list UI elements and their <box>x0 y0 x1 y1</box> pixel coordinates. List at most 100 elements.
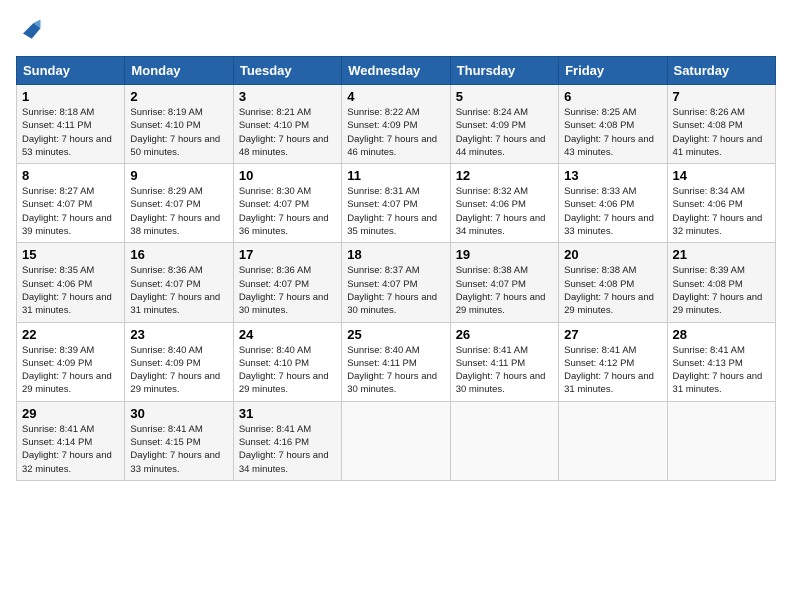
calendar-week-2: 8 Sunrise: 8:27 AM Sunset: 4:07 PM Dayli… <box>17 164 776 243</box>
day-info: Sunrise: 8:31 AM Sunset: 4:07 PM Dayligh… <box>347 185 444 238</box>
day-number: 31 <box>239 406 336 421</box>
day-number: 20 <box>564 247 661 262</box>
weekday-header-tuesday: Tuesday <box>233 57 341 85</box>
page-header <box>16 16 776 44</box>
calendar-cell <box>667 401 775 480</box>
calendar-cell: 6 Sunrise: 8:25 AM Sunset: 4:08 PM Dayli… <box>559 85 667 164</box>
calendar-cell: 12 Sunrise: 8:32 AM Sunset: 4:06 PM Dayl… <box>450 164 558 243</box>
day-number: 2 <box>130 89 227 104</box>
day-number: 7 <box>673 89 770 104</box>
day-info: Sunrise: 8:26 AM Sunset: 4:08 PM Dayligh… <box>673 106 770 159</box>
weekday-header-thursday: Thursday <box>450 57 558 85</box>
calendar-cell: 25 Sunrise: 8:40 AM Sunset: 4:11 PM Dayl… <box>342 322 450 401</box>
calendar-table: SundayMondayTuesdayWednesdayThursdayFrid… <box>16 56 776 481</box>
day-number: 12 <box>456 168 553 183</box>
calendar-cell: 28 Sunrise: 8:41 AM Sunset: 4:13 PM Dayl… <box>667 322 775 401</box>
calendar-week-4: 22 Sunrise: 8:39 AM Sunset: 4:09 PM Dayl… <box>17 322 776 401</box>
calendar-cell: 15 Sunrise: 8:35 AM Sunset: 4:06 PM Dayl… <box>17 243 125 322</box>
day-number: 19 <box>456 247 553 262</box>
day-number: 16 <box>130 247 227 262</box>
calendar-cell: 7 Sunrise: 8:26 AM Sunset: 4:08 PM Dayli… <box>667 85 775 164</box>
weekday-header-sunday: Sunday <box>17 57 125 85</box>
day-number: 23 <box>130 327 227 342</box>
day-info: Sunrise: 8:30 AM Sunset: 4:07 PM Dayligh… <box>239 185 336 238</box>
calendar-cell: 10 Sunrise: 8:30 AM Sunset: 4:07 PM Dayl… <box>233 164 341 243</box>
day-info: Sunrise: 8:37 AM Sunset: 4:07 PM Dayligh… <box>347 264 444 317</box>
calendar-header-row: SundayMondayTuesdayWednesdayThursdayFrid… <box>17 57 776 85</box>
calendar-week-3: 15 Sunrise: 8:35 AM Sunset: 4:06 PM Dayl… <box>17 243 776 322</box>
calendar-cell: 2 Sunrise: 8:19 AM Sunset: 4:10 PM Dayli… <box>125 85 233 164</box>
logo-icon <box>16 16 44 44</box>
calendar-cell: 5 Sunrise: 8:24 AM Sunset: 4:09 PM Dayli… <box>450 85 558 164</box>
day-number: 14 <box>673 168 770 183</box>
day-info: Sunrise: 8:38 AM Sunset: 4:08 PM Dayligh… <box>564 264 661 317</box>
calendar-body: 1 Sunrise: 8:18 AM Sunset: 4:11 PM Dayli… <box>17 85 776 481</box>
day-number: 4 <box>347 89 444 104</box>
day-info: Sunrise: 8:35 AM Sunset: 4:06 PM Dayligh… <box>22 264 119 317</box>
day-info: Sunrise: 8:40 AM Sunset: 4:11 PM Dayligh… <box>347 344 444 397</box>
day-info: Sunrise: 8:34 AM Sunset: 4:06 PM Dayligh… <box>673 185 770 238</box>
calendar-cell: 14 Sunrise: 8:34 AM Sunset: 4:06 PM Dayl… <box>667 164 775 243</box>
calendar-cell: 18 Sunrise: 8:37 AM Sunset: 4:07 PM Dayl… <box>342 243 450 322</box>
weekday-header-saturday: Saturday <box>667 57 775 85</box>
day-info: Sunrise: 8:22 AM Sunset: 4:09 PM Dayligh… <box>347 106 444 159</box>
calendar-cell: 9 Sunrise: 8:29 AM Sunset: 4:07 PM Dayli… <box>125 164 233 243</box>
calendar-cell: 26 Sunrise: 8:41 AM Sunset: 4:11 PM Dayl… <box>450 322 558 401</box>
calendar-cell <box>559 401 667 480</box>
calendar-week-5: 29 Sunrise: 8:41 AM Sunset: 4:14 PM Dayl… <box>17 401 776 480</box>
calendar-cell: 4 Sunrise: 8:22 AM Sunset: 4:09 PM Dayli… <box>342 85 450 164</box>
calendar-cell: 3 Sunrise: 8:21 AM Sunset: 4:10 PM Dayli… <box>233 85 341 164</box>
calendar-cell: 1 Sunrise: 8:18 AM Sunset: 4:11 PM Dayli… <box>17 85 125 164</box>
day-number: 6 <box>564 89 661 104</box>
calendar-cell: 22 Sunrise: 8:39 AM Sunset: 4:09 PM Dayl… <box>17 322 125 401</box>
day-info: Sunrise: 8:41 AM Sunset: 4:11 PM Dayligh… <box>456 344 553 397</box>
day-info: Sunrise: 8:41 AM Sunset: 4:16 PM Dayligh… <box>239 423 336 476</box>
day-number: 26 <box>456 327 553 342</box>
day-info: Sunrise: 8:40 AM Sunset: 4:10 PM Dayligh… <box>239 344 336 397</box>
day-number: 13 <box>564 168 661 183</box>
day-number: 17 <box>239 247 336 262</box>
day-number: 9 <box>130 168 227 183</box>
calendar-cell: 24 Sunrise: 8:40 AM Sunset: 4:10 PM Dayl… <box>233 322 341 401</box>
calendar-cell: 27 Sunrise: 8:41 AM Sunset: 4:12 PM Dayl… <box>559 322 667 401</box>
day-number: 25 <box>347 327 444 342</box>
calendar-cell: 11 Sunrise: 8:31 AM Sunset: 4:07 PM Dayl… <box>342 164 450 243</box>
day-info: Sunrise: 8:18 AM Sunset: 4:11 PM Dayligh… <box>22 106 119 159</box>
day-number: 1 <box>22 89 119 104</box>
day-info: Sunrise: 8:41 AM Sunset: 4:13 PM Dayligh… <box>673 344 770 397</box>
day-number: 8 <box>22 168 119 183</box>
calendar-cell: 29 Sunrise: 8:41 AM Sunset: 4:14 PM Dayl… <box>17 401 125 480</box>
weekday-header-friday: Friday <box>559 57 667 85</box>
day-number: 11 <box>347 168 444 183</box>
calendar-cell: 8 Sunrise: 8:27 AM Sunset: 4:07 PM Dayli… <box>17 164 125 243</box>
day-info: Sunrise: 8:24 AM Sunset: 4:09 PM Dayligh… <box>456 106 553 159</box>
day-info: Sunrise: 8:36 AM Sunset: 4:07 PM Dayligh… <box>239 264 336 317</box>
day-number: 27 <box>564 327 661 342</box>
day-number: 15 <box>22 247 119 262</box>
day-number: 3 <box>239 89 336 104</box>
day-info: Sunrise: 8:39 AM Sunset: 4:08 PM Dayligh… <box>673 264 770 317</box>
day-number: 5 <box>456 89 553 104</box>
day-info: Sunrise: 8:39 AM Sunset: 4:09 PM Dayligh… <box>22 344 119 397</box>
calendar-week-1: 1 Sunrise: 8:18 AM Sunset: 4:11 PM Dayli… <box>17 85 776 164</box>
day-info: Sunrise: 8:36 AM Sunset: 4:07 PM Dayligh… <box>130 264 227 317</box>
calendar-cell: 21 Sunrise: 8:39 AM Sunset: 4:08 PM Dayl… <box>667 243 775 322</box>
day-info: Sunrise: 8:19 AM Sunset: 4:10 PM Dayligh… <box>130 106 227 159</box>
day-info: Sunrise: 8:21 AM Sunset: 4:10 PM Dayligh… <box>239 106 336 159</box>
calendar-cell: 23 Sunrise: 8:40 AM Sunset: 4:09 PM Dayl… <box>125 322 233 401</box>
calendar-cell: 16 Sunrise: 8:36 AM Sunset: 4:07 PM Dayl… <box>125 243 233 322</box>
day-info: Sunrise: 8:27 AM Sunset: 4:07 PM Dayligh… <box>22 185 119 238</box>
day-number: 10 <box>239 168 336 183</box>
day-number: 18 <box>347 247 444 262</box>
calendar-cell: 20 Sunrise: 8:38 AM Sunset: 4:08 PM Dayl… <box>559 243 667 322</box>
calendar-cell: 30 Sunrise: 8:41 AM Sunset: 4:15 PM Dayl… <box>125 401 233 480</box>
calendar-cell: 19 Sunrise: 8:38 AM Sunset: 4:07 PM Dayl… <box>450 243 558 322</box>
day-info: Sunrise: 8:38 AM Sunset: 4:07 PM Dayligh… <box>456 264 553 317</box>
weekday-header-wednesday: Wednesday <box>342 57 450 85</box>
calendar-cell: 31 Sunrise: 8:41 AM Sunset: 4:16 PM Dayl… <box>233 401 341 480</box>
day-number: 29 <box>22 406 119 421</box>
day-number: 22 <box>22 327 119 342</box>
day-info: Sunrise: 8:41 AM Sunset: 4:14 PM Dayligh… <box>22 423 119 476</box>
day-number: 30 <box>130 406 227 421</box>
day-number: 24 <box>239 327 336 342</box>
